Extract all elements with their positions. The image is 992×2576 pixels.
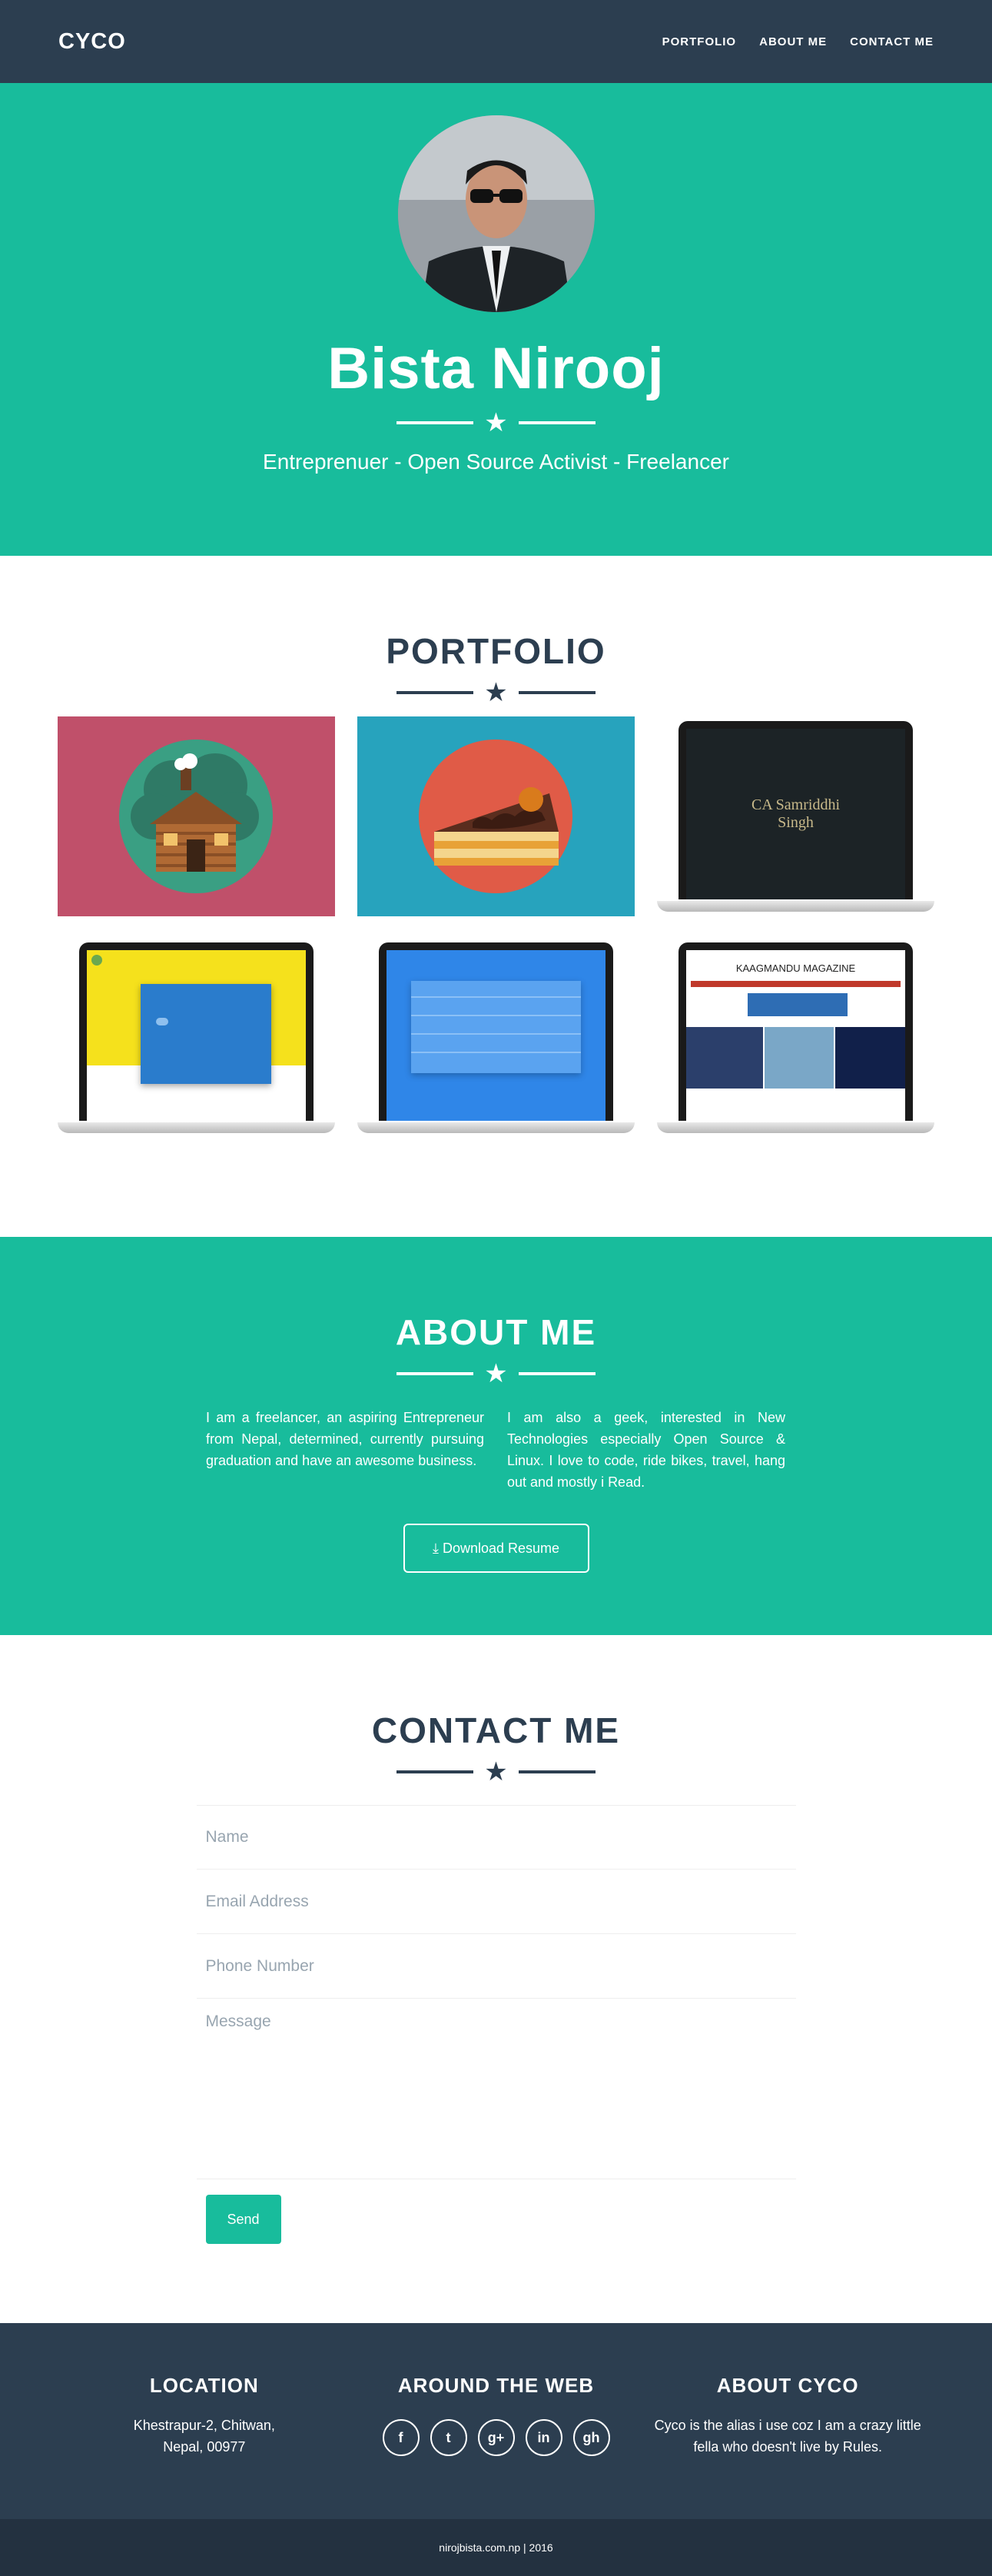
portfolio-item-ca-samriddhi[interactable]: CA Samriddhi Singh: [657, 716, 934, 916]
facebook-icon[interactable]: f: [382, 2419, 420, 2456]
brand-logo[interactable]: CYCO: [58, 29, 126, 55]
navbar: CYCO Portfolio About Me Contact Me: [0, 0, 992, 83]
divider-line: [396, 1372, 474, 1375]
hero-title: Bista Nirooj: [327, 336, 665, 401]
contact-title: Contact Me: [371, 1710, 621, 1750]
footer-around-web: Around the Web f t g+ in gh: [350, 2374, 642, 2519]
about-divider: ★: [0, 1361, 992, 1387]
email-input[interactable]: Email Address: [196, 1870, 796, 1934]
divider-line: [518, 421, 596, 424]
laptop-mockup: [58, 942, 335, 1133]
divider-line: [396, 421, 474, 424]
contact-divider: ★: [0, 1759, 992, 1785]
portfolio-section: Portfolio ★: [0, 556, 992, 1237]
social-links: f t g+ in gh: [350, 2419, 642, 2456]
star-icon: ★: [484, 1757, 508, 1787]
screen-title-2: Singh: [778, 814, 814, 831]
footer-about: About CYCO Cyco is the alias i use coz I…: [642, 2374, 934, 2519]
star-icon: ★: [484, 408, 508, 437]
send-button[interactable]: Send: [205, 2195, 281, 2244]
about-columns: I am a freelancer, an aspiring Entrepren…: [206, 1407, 786, 1493]
nav-link-about[interactable]: About Me: [759, 35, 827, 48]
download-resume-label: Download Resume: [442, 1541, 560, 1556]
about-section: About Me ★ I am a freelancer, an aspirin…: [0, 1237, 992, 1635]
hero-subtitle: Entreprenuer - Open Source Activist - Fr…: [263, 450, 729, 474]
portfolio-title: Portfolio: [386, 631, 606, 671]
footer-location-line2: Nepal, 00977: [163, 2439, 246, 2455]
twitter-icon[interactable]: t: [430, 2419, 467, 2456]
hero-divider: ★: [0, 410, 992, 436]
footer-location-text: Khestrapur-2, Chitwan, Nepal, 00977: [58, 2415, 350, 2458]
footer-web-title: Around the Web: [397, 2374, 595, 2397]
nav-link-portfolio[interactable]: Portfolio: [662, 35, 737, 48]
download-resume-button[interactable]: ⤓ Download Resume: [403, 1524, 589, 1573]
google-plus-icon[interactable]: g+: [477, 2419, 515, 2456]
footer-about-title: About CYCO: [716, 2374, 859, 2397]
about-title: About Me: [395, 1312, 597, 1352]
footer-about-text: Cyco is the alias i use coz I am a crazy…: [654, 2418, 921, 2455]
contact-section: Contact Me ★ Name Email Address Phone Nu…: [0, 1635, 992, 2323]
divider-line: [518, 1372, 596, 1375]
portfolio-item-magazine[interactable]: KAAGMANDU MAGAZINE: [657, 938, 934, 1138]
footer: Location Khestrapur-2, Chitwan, Nepal, 0…: [0, 2323, 992, 2519]
screen-title: CA Samriddhi: [751, 796, 840, 813]
contact-form: Name Email Address Phone Number Message …: [196, 1805, 796, 2244]
footer-location: Location Khestrapur-2, Chitwan, Nepal, 0…: [58, 2374, 350, 2519]
portfolio-divider: ★: [0, 680, 992, 706]
star-icon: ★: [484, 1359, 508, 1388]
github-icon[interactable]: gh: [572, 2419, 610, 2456]
portfolio-grid: CA Samriddhi Singh KAAGMANDU MAGAZINE: [0, 716, 992, 1138]
laptop-mockup: [357, 942, 635, 1133]
portfolio-item-cabin[interactable]: [58, 716, 335, 916]
footer-location-title: Location: [149, 2374, 259, 2397]
cabin-icon: [119, 740, 273, 893]
cake-icon: [419, 740, 572, 893]
download-icon: ⤓: [432, 1541, 439, 1556]
phone-input[interactable]: Phone Number: [196, 1934, 796, 1999]
portfolio-item-yellow-site[interactable]: [58, 938, 335, 1138]
star-icon: ★: [484, 678, 508, 707]
divider-line: [396, 691, 474, 694]
nav-link-contact[interactable]: Contact Me: [850, 35, 934, 48]
divider-line: [518, 1770, 596, 1773]
message-textarea[interactable]: Message: [196, 1999, 796, 2179]
linkedin-icon[interactable]: in: [525, 2419, 562, 2456]
screen-title: KAAGMANDU MAGAZINE: [735, 962, 856, 974]
laptop-mockup: CA Samriddhi Singh: [657, 721, 934, 912]
about-text-left: I am a freelancer, an aspiring Entrepren…: [206, 1410, 484, 1468]
portfolio-item-cake[interactable]: [357, 716, 635, 916]
portfolio-item-blue-table[interactable]: [357, 938, 635, 1138]
profile-avatar: [397, 115, 595, 312]
footer-location-line1: Khestrapur-2, Chitwan,: [133, 2418, 275, 2433]
copyright: nirojbista.com.np | 2016: [0, 2519, 992, 2576]
about-text-right: I am also a geek, interested in New Tech…: [507, 1410, 785, 1490]
nav-links: Portfolio About Me Contact Me: [662, 35, 934, 48]
hero-section: Bista Nirooj ★ Entreprenuer - Open Sourc…: [0, 83, 992, 556]
name-input[interactable]: Name: [196, 1805, 796, 1870]
divider-line: [518, 691, 596, 694]
laptop-mockup: KAAGMANDU MAGAZINE: [657, 942, 934, 1133]
divider-line: [396, 1770, 474, 1773]
